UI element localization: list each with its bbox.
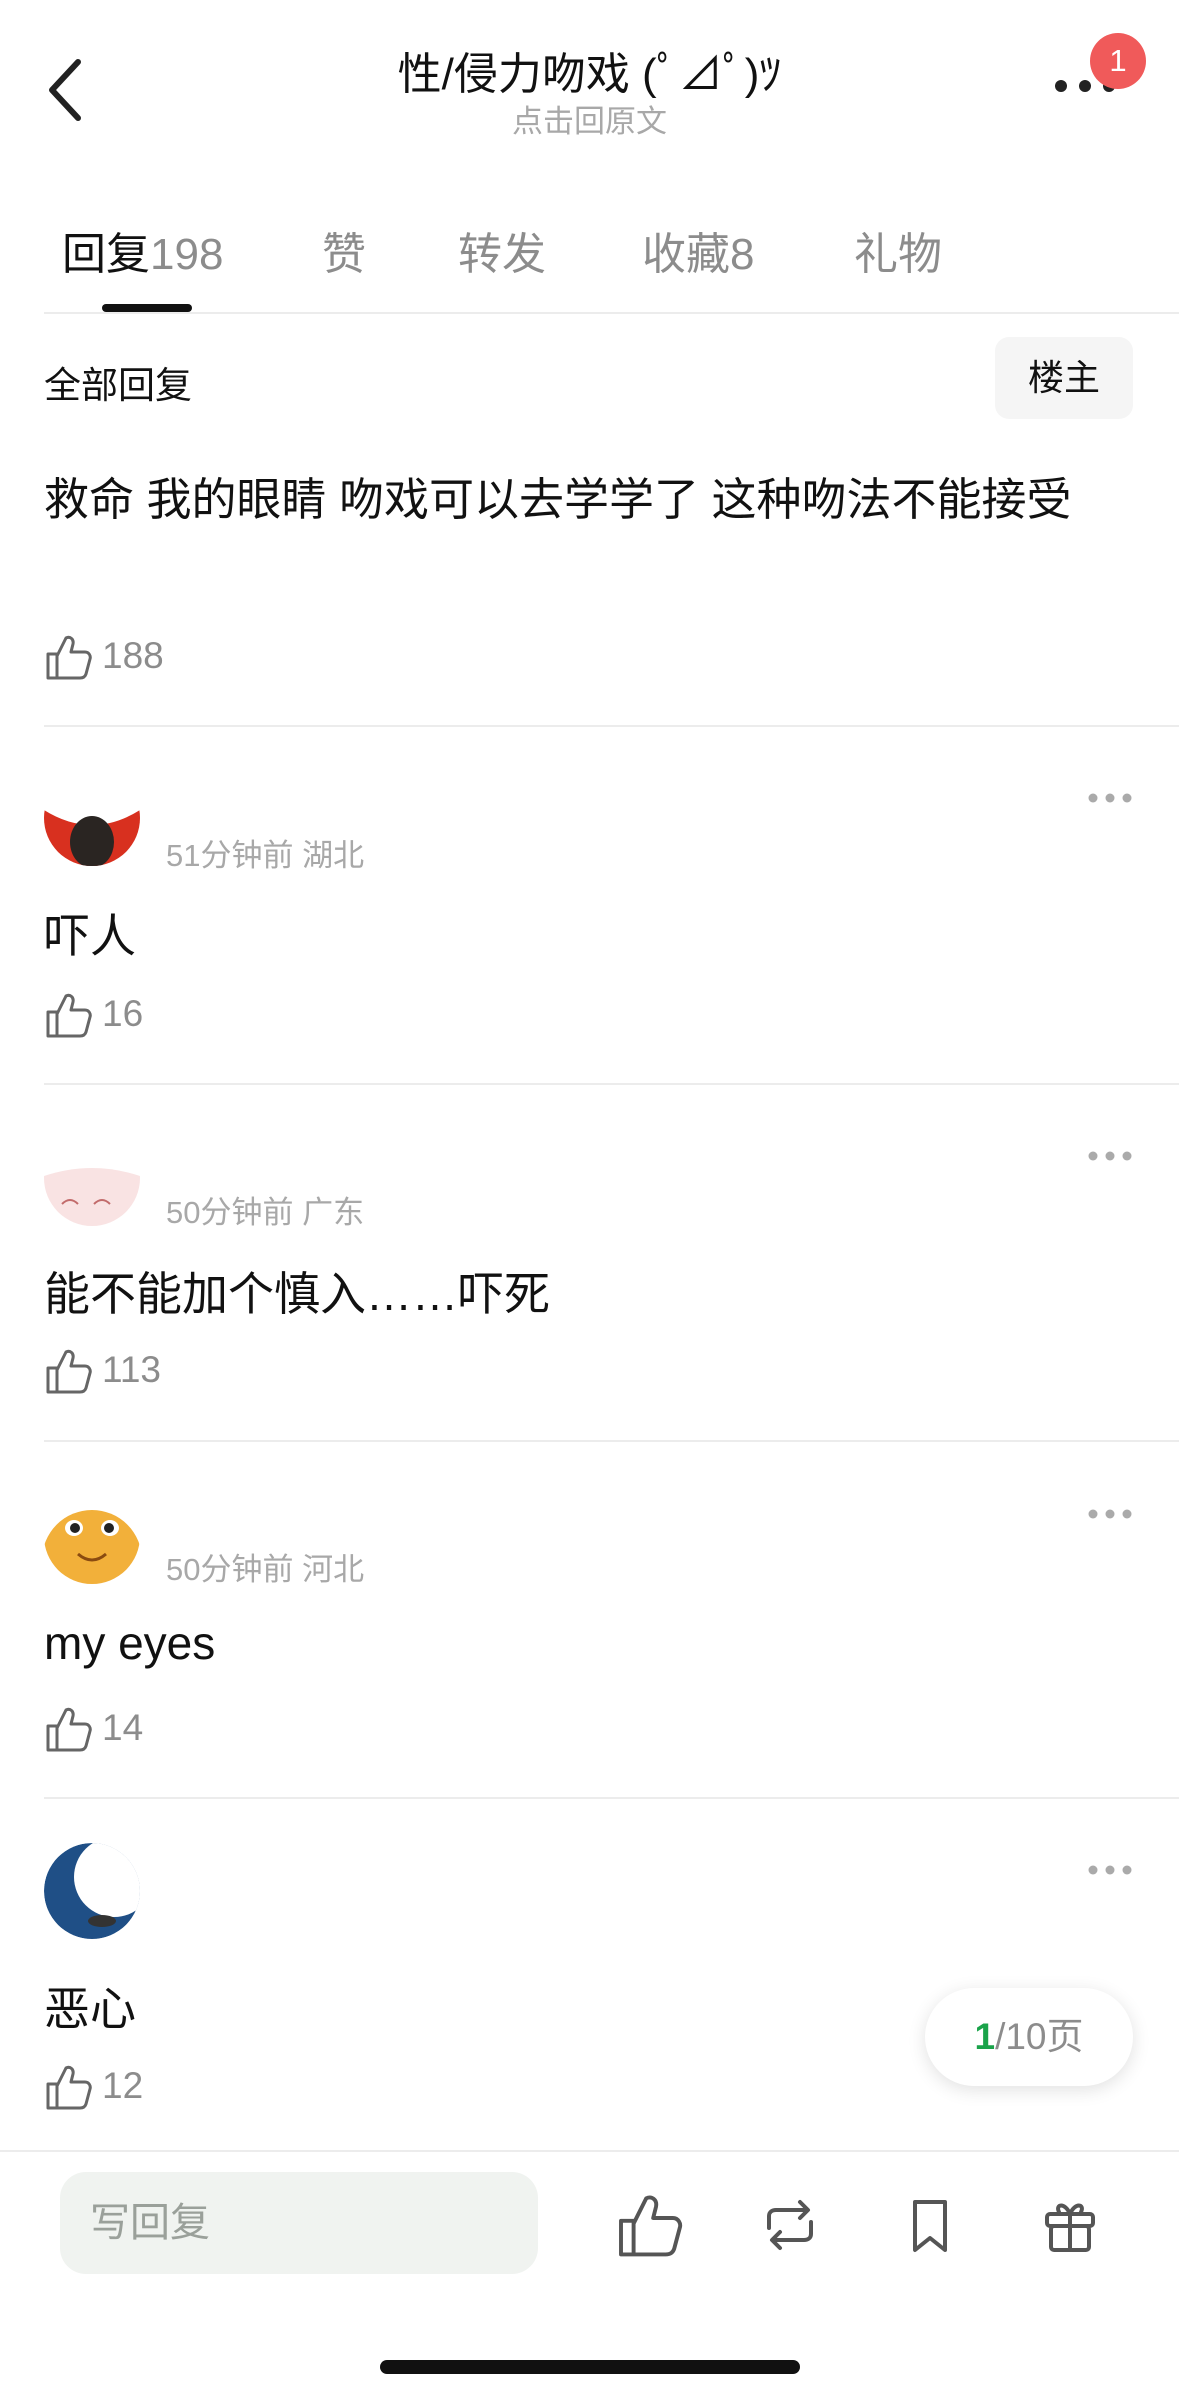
like-count: 16	[102, 993, 144, 1034]
divider	[44, 1440, 1179, 1442]
comment-meta: 50分钟前 河北	[166, 1552, 365, 1587]
comment-more-button[interactable]	[1085, 1146, 1135, 1166]
tab-label: 转发	[458, 230, 546, 279]
thumbs-up-icon	[619, 2195, 683, 2257]
avatar[interactable]	[44, 1130, 140, 1226]
avatar-image	[44, 770, 140, 866]
gift-icon	[1045, 2203, 1095, 2252]
tab-count: 198	[150, 230, 224, 279]
like-count: 14	[102, 1707, 144, 1748]
avatar-image	[44, 1130, 140, 1226]
tab-label: 赞	[322, 230, 366, 279]
section-title: 全部回复	[44, 365, 192, 406]
avatar[interactable]	[44, 770, 140, 866]
tab-label: 收藏	[642, 230, 730, 279]
like-count: 188	[102, 635, 164, 676]
ellipsis-icon	[1088, 1509, 1132, 1519]
like-count: 113	[102, 1349, 161, 1390]
total-pages: /10页	[995, 2016, 1084, 2057]
active-tab-indicator	[102, 304, 192, 312]
avatar-image	[44, 1488, 140, 1584]
divider	[44, 1797, 1179, 1799]
bookmark-button[interactable]	[895, 2190, 965, 2260]
comment-text: 吓人	[44, 910, 136, 962]
comment-more-button[interactable]	[1085, 1504, 1135, 1524]
tab-replies[interactable]: 回复198	[62, 218, 223, 282]
thumbs-up-icon	[46, 635, 92, 680]
comment-more-button[interactable]	[1085, 788, 1135, 808]
like-post-button[interactable]	[614, 2190, 684, 2260]
like-count: 12	[102, 2065, 144, 2106]
back-to-post-link[interactable]: 点击回原文	[0, 96, 1179, 141]
avatar[interactable]	[44, 1843, 140, 1939]
comment-text: my eyes	[44, 1617, 216, 1669]
avatar[interactable]	[44, 1488, 140, 1584]
main-comment-text: 救命 我的眼睛 吻戏可以去学学了 这种吻法不能接受	[44, 474, 1072, 525]
ellipsis-icon	[1088, 793, 1132, 803]
tab-reposts[interactable]: 转发	[458, 218, 546, 282]
ellipsis-icon	[1088, 1151, 1132, 1161]
comment-meta: 51分钟前 湖北	[166, 838, 365, 873]
ellipsis-icon	[1088, 1865, 1132, 1875]
thumbs-up-icon	[46, 993, 92, 1038]
tab-favorites[interactable]: 收藏8	[642, 218, 754, 282]
page-indicator[interactable]: 1/10页	[925, 1988, 1133, 2086]
repost-button[interactable]	[755, 2190, 825, 2260]
tab-count: 8	[730, 230, 755, 279]
bookmark-icon	[913, 2200, 947, 2252]
comment-more-button[interactable]	[1085, 1860, 1135, 1880]
tab-gifts[interactable]: 礼物	[854, 218, 942, 282]
comment-text: 能不能加个慎入……吓死	[44, 1268, 550, 1320]
current-page: 1	[974, 2016, 996, 2057]
home-indicator[interactable]	[380, 2360, 800, 2374]
reply-input[interactable]: 写回复	[60, 2172, 538, 2274]
gift-button[interactable]	[1035, 2190, 1105, 2260]
thumbs-up-icon	[46, 1349, 92, 1394]
tab-label: 回复	[62, 230, 150, 279]
post-title[interactable]: 性/侵力吻戏 (ﾟ⊿ﾟ)ﾂ	[0, 38, 1179, 102]
comment-text: 恶心	[44, 1983, 136, 2035]
thumbs-up-icon	[46, 2065, 92, 2110]
divider	[44, 1083, 1179, 1085]
comment-meta: 50分钟前 广东	[166, 1195, 365, 1230]
owner-filter-button[interactable]: 楼主	[995, 337, 1133, 419]
tab-likes[interactable]: 赞	[322, 218, 366, 282]
divider	[44, 725, 1179, 727]
thumbs-up-icon	[46, 1707, 92, 1752]
divider	[44, 312, 1179, 314]
repost-icon	[767, 2200, 813, 2250]
avatar-image	[44, 1843, 140, 1939]
tab-label: 礼物	[854, 230, 942, 279]
notification-badge: 1	[1090, 33, 1146, 89]
